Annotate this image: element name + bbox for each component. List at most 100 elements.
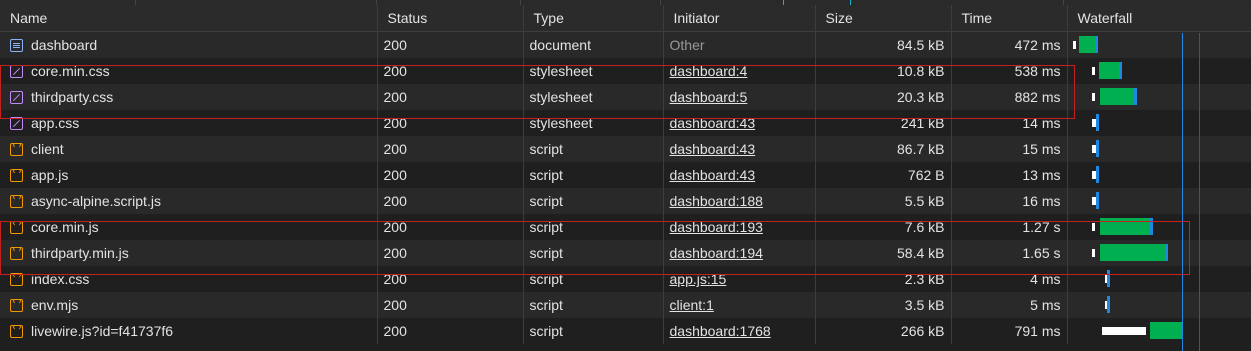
request-type: script bbox=[523, 214, 664, 240]
waterfall-cell[interactable] bbox=[1067, 110, 1251, 136]
request-name-cell[interactable]: thirdparty.min.js bbox=[0, 240, 378, 266]
initiator-link[interactable]: dashboard:5 bbox=[670, 89, 748, 105]
request-initiator-cell: Other bbox=[663, 31, 816, 58]
request-time: 472 ms bbox=[951, 31, 1068, 58]
request-type: script bbox=[523, 162, 664, 188]
request-name-cell[interactable]: env.mjs bbox=[0, 292, 378, 318]
waterfall-cell[interactable] bbox=[1067, 240, 1251, 266]
request-initiator-cell[interactable]: app.js:15 bbox=[663, 266, 816, 292]
initiator-link[interactable]: dashboard:43 bbox=[670, 115, 756, 131]
request-name: livewire.js?id=f41737f6 bbox=[31, 323, 174, 339]
request-type: script bbox=[523, 292, 664, 318]
script-icon bbox=[10, 166, 23, 182]
request-initiator-cell[interactable]: dashboard:43 bbox=[663, 110, 816, 136]
initiator-link[interactable]: dashboard:193 bbox=[670, 219, 763, 235]
request-initiator-cell[interactable]: dashboard:4 bbox=[663, 58, 816, 84]
waterfall-bar-download bbox=[1164, 244, 1168, 261]
initiator-link[interactable]: dashboard:1768 bbox=[670, 323, 771, 339]
waterfall-bar-ttfb bbox=[1149, 322, 1183, 339]
request-row[interactable]: index.css 200script app.js:15 2.3 kB4 ms bbox=[0, 266, 1251, 292]
request-initiator-cell[interactable]: dashboard:1768 bbox=[663, 318, 816, 344]
waterfall-bar-download bbox=[1095, 192, 1099, 209]
document-icon bbox=[10, 38, 23, 52]
initiator-link[interactable]: dashboard:43 bbox=[670, 167, 756, 183]
request-row[interactable]: livewire.js?id=f41737f6 200script dashboar… bbox=[0, 318, 1251, 344]
request-row[interactable]: core.min.js 200script dashboard:193 7.6 kB1… bbox=[0, 214, 1251, 240]
request-type: stylesheet bbox=[523, 58, 664, 84]
request-initiator-cell[interactable]: dashboard:188 bbox=[663, 188, 816, 214]
request-time: 1.65 s bbox=[951, 240, 1068, 266]
request-initiator-cell[interactable]: dashboard:43 bbox=[663, 162, 816, 188]
request-time: 16 ms bbox=[951, 188, 1068, 214]
request-row[interactable]: thirdparty.min.js 200script dashboard:194 5… bbox=[0, 240, 1251, 266]
request-initiator-cell[interactable]: dashboard:43 bbox=[663, 136, 816, 162]
request-name-cell[interactable]: livewire.js?id=f41737f6 bbox=[0, 318, 378, 344]
request-row[interactable]: env.mjs 200script client:1 3.5 kB5 ms bbox=[0, 292, 1251, 318]
waterfall-bar-ttfb bbox=[1078, 36, 1095, 53]
request-status: 200 bbox=[377, 31, 524, 58]
request-name-cell[interactable]: dashboard bbox=[0, 31, 378, 58]
request-time: 882 ms bbox=[951, 84, 1068, 110]
request-status: 200 bbox=[377, 136, 524, 162]
request-initiator-cell[interactable]: client:1 bbox=[663, 292, 816, 318]
initiator-link[interactable]: dashboard:194 bbox=[670, 245, 763, 261]
request-initiator-cell[interactable]: dashboard:194 bbox=[663, 240, 816, 266]
request-name-cell[interactable]: core.min.js bbox=[0, 214, 378, 240]
waterfall-cell[interactable] bbox=[1067, 188, 1251, 214]
waterfall-bar-waiting bbox=[1091, 67, 1095, 75]
waterfall-cell[interactable] bbox=[1067, 266, 1251, 292]
script-icon bbox=[10, 270, 23, 286]
column-header-time[interactable]: Time bbox=[951, 5, 1068, 32]
column-header-waterfall[interactable]: Waterfall bbox=[1067, 5, 1251, 32]
request-name-cell[interactable]: index.css bbox=[0, 266, 378, 292]
waterfall-cell[interactable] bbox=[1067, 84, 1251, 110]
column-header-type[interactable]: Type bbox=[523, 5, 664, 32]
initiator-link[interactable]: dashboard:188 bbox=[670, 193, 763, 209]
column-header-initiator[interactable]: Initiator bbox=[663, 5, 816, 32]
initiator-link[interactable]: dashboard:4 bbox=[670, 63, 748, 79]
request-time: 791 ms bbox=[951, 318, 1068, 344]
request-row[interactable]: client 200script dashboard:43 86.7 kB15 ms bbox=[0, 136, 1251, 162]
column-header-name[interactable]: Name bbox=[0, 5, 378, 32]
request-type: script bbox=[523, 266, 664, 292]
request-row[interactable]: async-alpine.script.js 200script dashboard… bbox=[0, 188, 1251, 214]
request-name: index.css bbox=[31, 271, 90, 287]
waterfall-cell[interactable] bbox=[1067, 31, 1251, 58]
request-row[interactable]: thirdparty.css 200 stylesheet dashboard:5 20… bbox=[0, 84, 1251, 110]
request-row[interactable]: app.js 200script dashboard:43 762 B13 ms bbox=[0, 162, 1251, 188]
request-size: 20.3 kB bbox=[815, 84, 952, 110]
request-type: stylesheet bbox=[523, 84, 664, 110]
waterfall-cell[interactable] bbox=[1067, 162, 1251, 188]
waterfall-cell[interactable] bbox=[1067, 58, 1251, 84]
request-name-cell[interactable]: core.min.css bbox=[0, 58, 378, 84]
initiator-link[interactable]: client:1 bbox=[670, 297, 714, 313]
column-header-status[interactable]: Status bbox=[377, 5, 524, 32]
request-name-cell[interactable]: thirdparty.css bbox=[0, 84, 378, 110]
load-event-line bbox=[1199, 33, 1200, 351]
request-row[interactable]: dashboard 200 document Other 84.5 kB 472 ms bbox=[0, 31, 1251, 58]
request-row[interactable]: app.css 200 stylesheet dashboard:43 241 kB 14… bbox=[0, 110, 1251, 136]
script-icon bbox=[10, 296, 23, 312]
column-header-size[interactable]: Size bbox=[815, 5, 952, 32]
request-time: 15 ms bbox=[951, 136, 1068, 162]
waterfall-cell[interactable] bbox=[1067, 318, 1251, 344]
request-initiator-cell[interactable]: dashboard:5 bbox=[663, 84, 816, 110]
waterfall-cell[interactable] bbox=[1067, 292, 1251, 318]
request-name-cell[interactable]: app.js bbox=[0, 162, 378, 188]
initiator-link[interactable]: dashboard:43 bbox=[670, 141, 756, 157]
request-name: client bbox=[31, 141, 64, 157]
initiator-link[interactable]: app.js:15 bbox=[670, 271, 727, 287]
waterfall-bar-waiting bbox=[1101, 327, 1146, 335]
request-name-cell[interactable]: app.css bbox=[0, 110, 378, 136]
waterfall-cell[interactable] bbox=[1067, 214, 1251, 240]
waterfall-bar-download bbox=[1095, 166, 1099, 183]
request-name-cell[interactable]: client bbox=[0, 136, 378, 162]
stylesheet-icon bbox=[10, 90, 23, 104]
waterfall-cell[interactable] bbox=[1067, 136, 1251, 162]
request-name-cell[interactable]: async-alpine.script.js bbox=[0, 188, 378, 214]
request-row[interactable]: core.min.css 200 stylesheet dashboard:4 10.8… bbox=[0, 58, 1251, 84]
waterfall-bar-download bbox=[1106, 270, 1110, 287]
script-icon bbox=[10, 244, 23, 260]
request-type: stylesheet bbox=[523, 110, 664, 136]
request-initiator-cell[interactable]: dashboard:193 bbox=[663, 214, 816, 240]
